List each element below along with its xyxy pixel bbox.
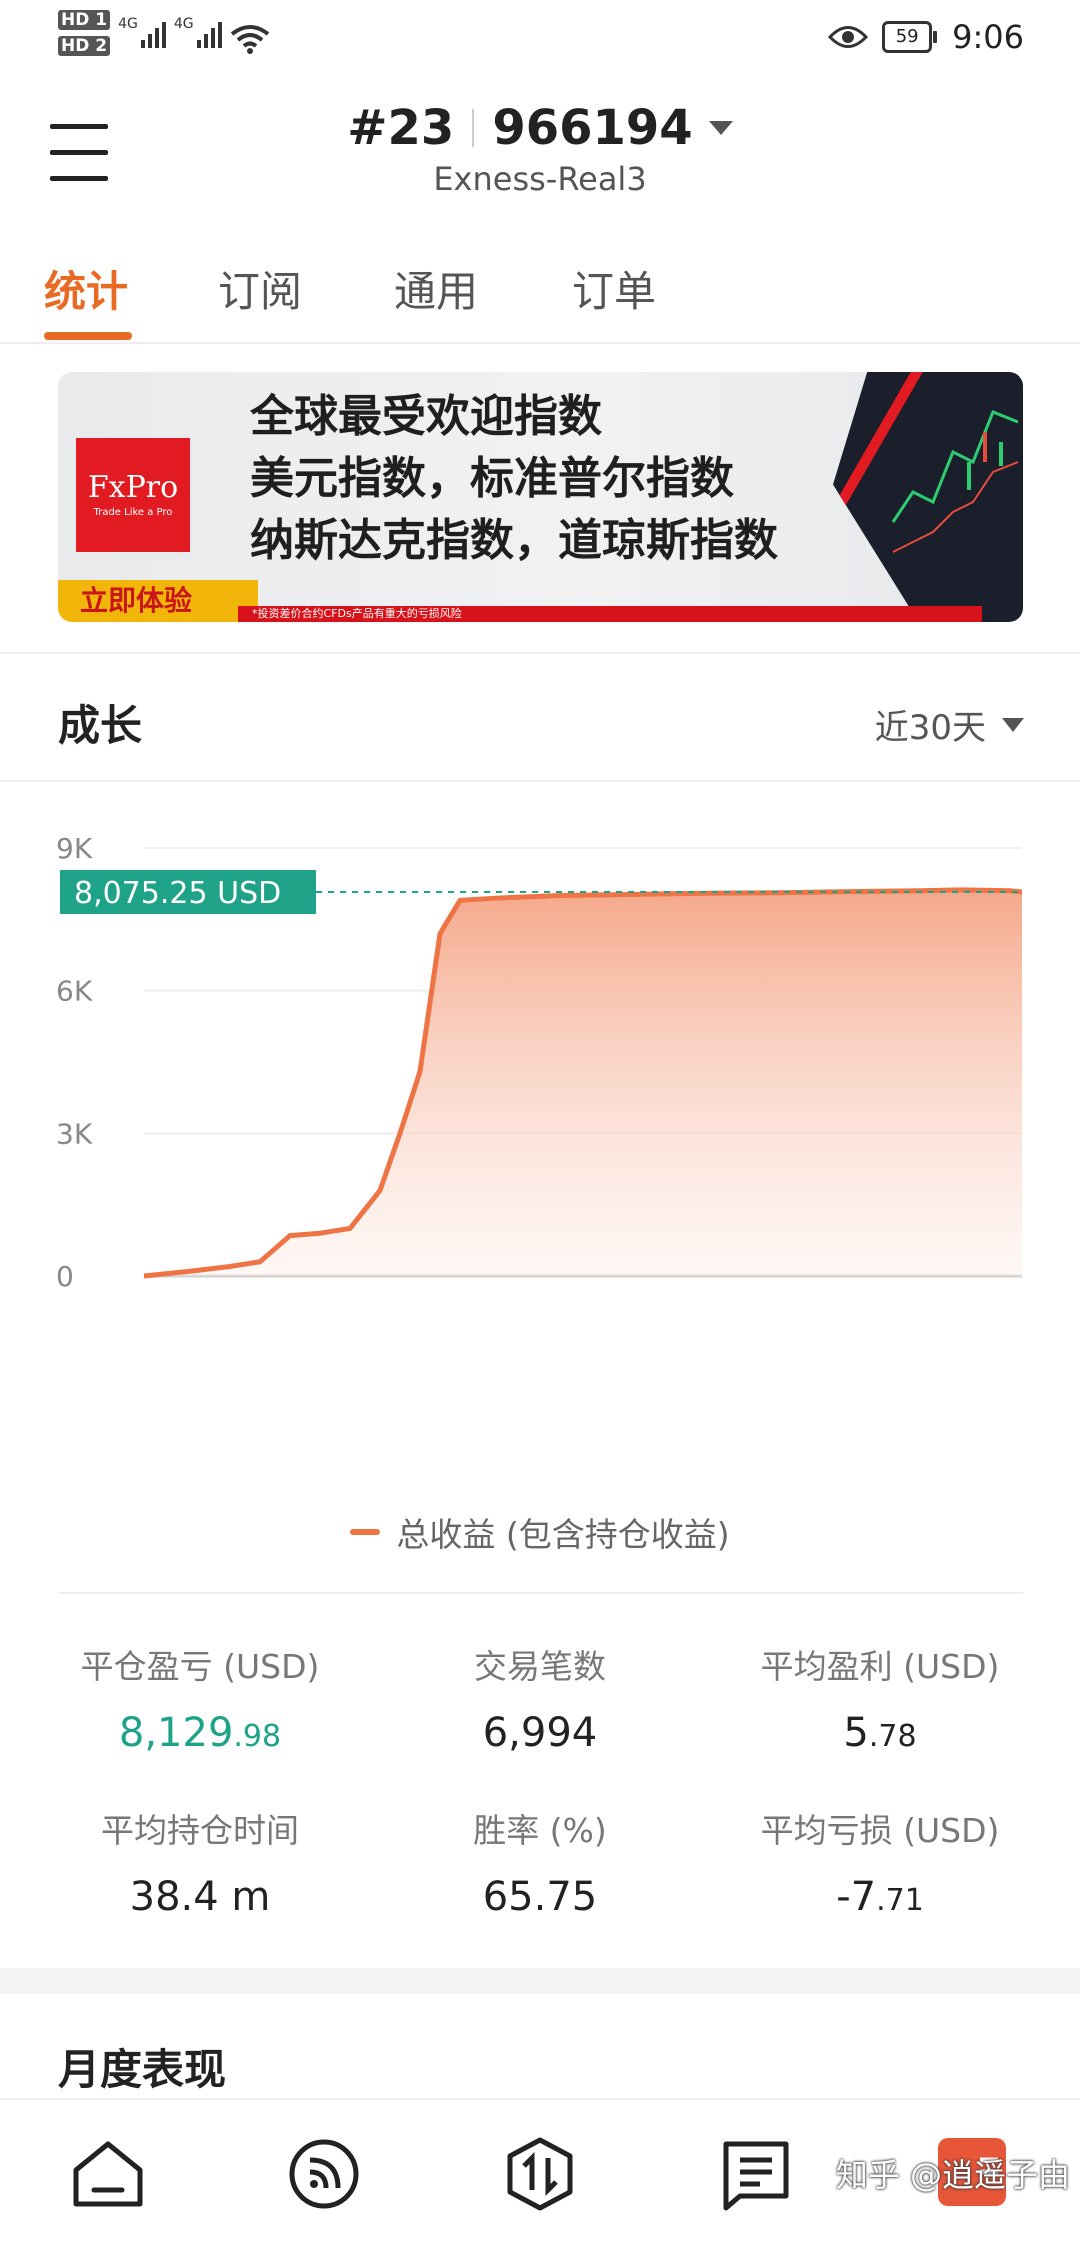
monthly-title: 月度表现 [58,2045,227,2094]
banner-line-3: 纳斯达克指数，道琼斯指数 [250,515,778,566]
tab-subscribe[interactable]: 订阅 [218,258,302,319]
section-divider [0,780,1080,782]
y-tick-label: 9K [56,832,93,865]
active-tab-indicator [44,332,132,340]
wifi-icon [230,25,269,54]
home-icon[interactable] [68,2134,148,2214]
banner-line-1: 全球最受欢迎指数 [250,391,602,442]
x-tick-label: 12 Apr [930,1298,1023,1300]
stat-label: 平均盈利 (USD) [760,1647,1000,1686]
range-selector[interactable]: 近30天 [875,700,1024,749]
account-prefix: #23 [347,100,455,156]
y-tick-label: 6K [56,975,93,1008]
logo-tagline: Trade Like a Pro [93,507,173,518]
banner-text: 全球最受欢迎指数 美元指数，标准普尔指数 纳斯达克指数，道琼斯指数 [250,386,778,572]
eye-icon [828,26,869,48]
stat-closed-pl: 平仓盈亏 (USD) 8,129.98 [40,1640,360,1756]
network-type-1: 4G [118,16,138,32]
stat-avg-profit: 平均盈利 (USD) 5.78 [720,1640,1040,1756]
y-tick-label: 3K [56,1117,93,1150]
range-label: 近30天 [874,708,986,748]
chevron-down-icon [1002,717,1024,732]
stat-value: 5.78 [843,1710,917,1756]
hd1-badge: HD 1 [58,10,111,30]
tab-statistics[interactable]: 统计 [44,258,128,319]
banner-cta-button[interactable]: 立即体验 [58,580,258,622]
stat-avg-loss: 平均亏损 (USD) -7.71 [720,1804,1040,1920]
status-left: HD 1 HD 2 4G 4G [58,10,270,56]
account-number: 966194 [492,100,693,156]
account-selector[interactable]: #23 966194 Exness-Real3 [0,100,1080,198]
app-header: #23 966194 Exness-Real3 [0,80,1080,230]
stat-value: 38.4 m [129,1874,271,1920]
battery-icon: 59 [882,21,938,53]
stat-trades: 交易笔数 6,994 [380,1640,700,1756]
growth-chart-svg: 0 3K 6K 9K 21 Mar 30 Mar 12 Apr 8,075.25 USD [56,832,1023,1331]
tab-orders[interactable]: 订单 [572,258,656,319]
x-tick-label: 21 Mar [361,1298,459,1300]
x-tick-label: 30 Mar [629,1298,727,1300]
stat-win-rate: 胜率 (%) 65.75 [380,1804,700,1920]
stat-avg-hold: 平均持仓时间 38.4 m [40,1804,360,1920]
banner-chart-image [833,372,1023,622]
stat-label: 平均持仓时间 [101,1811,299,1850]
stat-value: 65.75 [482,1874,598,1920]
orders-icon[interactable] [716,2134,796,2214]
tab-bar: 统计 订阅 通用 订单 [0,230,1080,344]
y-tick-label: 0 [56,1260,74,1293]
account-separator [472,109,475,147]
chart-legend: 总收益 (包含持仓收益) [0,1508,1080,1556]
ad-banner[interactable]: FxPro Trade Like a Pro 全球最受欢迎指数 美元指数，标准普… [58,372,1023,622]
dropdown-caret-icon [708,121,733,135]
section-divider [58,1592,1023,1594]
stat-label: 胜率 (%) [473,1811,607,1850]
stat-value: -7.71 [836,1874,924,1920]
signal-icon[interactable] [284,2134,364,2214]
stat-label: 交易笔数 [474,1647,606,1686]
stat-label: 平仓盈亏 (USD) [80,1647,320,1686]
legend-swatch [350,1529,381,1535]
banner-disclaimer: *投资差价合约CFDs产品有重大的亏损风险 [238,606,982,622]
current-value-label: 8,075.25 USD [74,876,281,911]
growth-chart: 0 3K 6K 9K 21 Mar 30 Mar 12 Apr 8,075.25 USD [0,800,1080,1331]
tab-general[interactable]: 通用 [394,258,478,319]
growth-title: 成长 [58,701,143,750]
trade-icon[interactable] [500,2134,580,2214]
stat-value: 8,129.98 [118,1710,282,1756]
signal-icon-1: 4G [118,16,166,48]
fxpro-logo: FxPro Trade Like a Pro [76,438,190,552]
hd2-badge: HD 2 [58,36,111,56]
section-gap [0,1968,1080,1994]
legend-label: 总收益 (包含持仓收益) [396,1515,730,1554]
clock: 9:06 [952,18,1024,56]
stat-value: 6,994 [482,1710,598,1756]
server-name: Exness-Real3 [433,160,647,198]
section-divider [0,652,1080,654]
signal-icon-2: 4G [174,16,222,48]
series-area [144,889,1022,1276]
watermark: 知乎 @逍遥子由 [835,2156,1070,2194]
status-right: 59 9:06 [828,18,1024,56]
stat-label: 平均亏损 (USD) [760,1811,1000,1850]
logo-name: FxPro [87,470,179,505]
status-bar: HD 1 HD 2 4G 4G 59 9:06 [0,0,1080,80]
banner-line-2: 美元指数，标准普尔指数 [250,453,734,504]
network-type-2: 4G [173,16,194,32]
